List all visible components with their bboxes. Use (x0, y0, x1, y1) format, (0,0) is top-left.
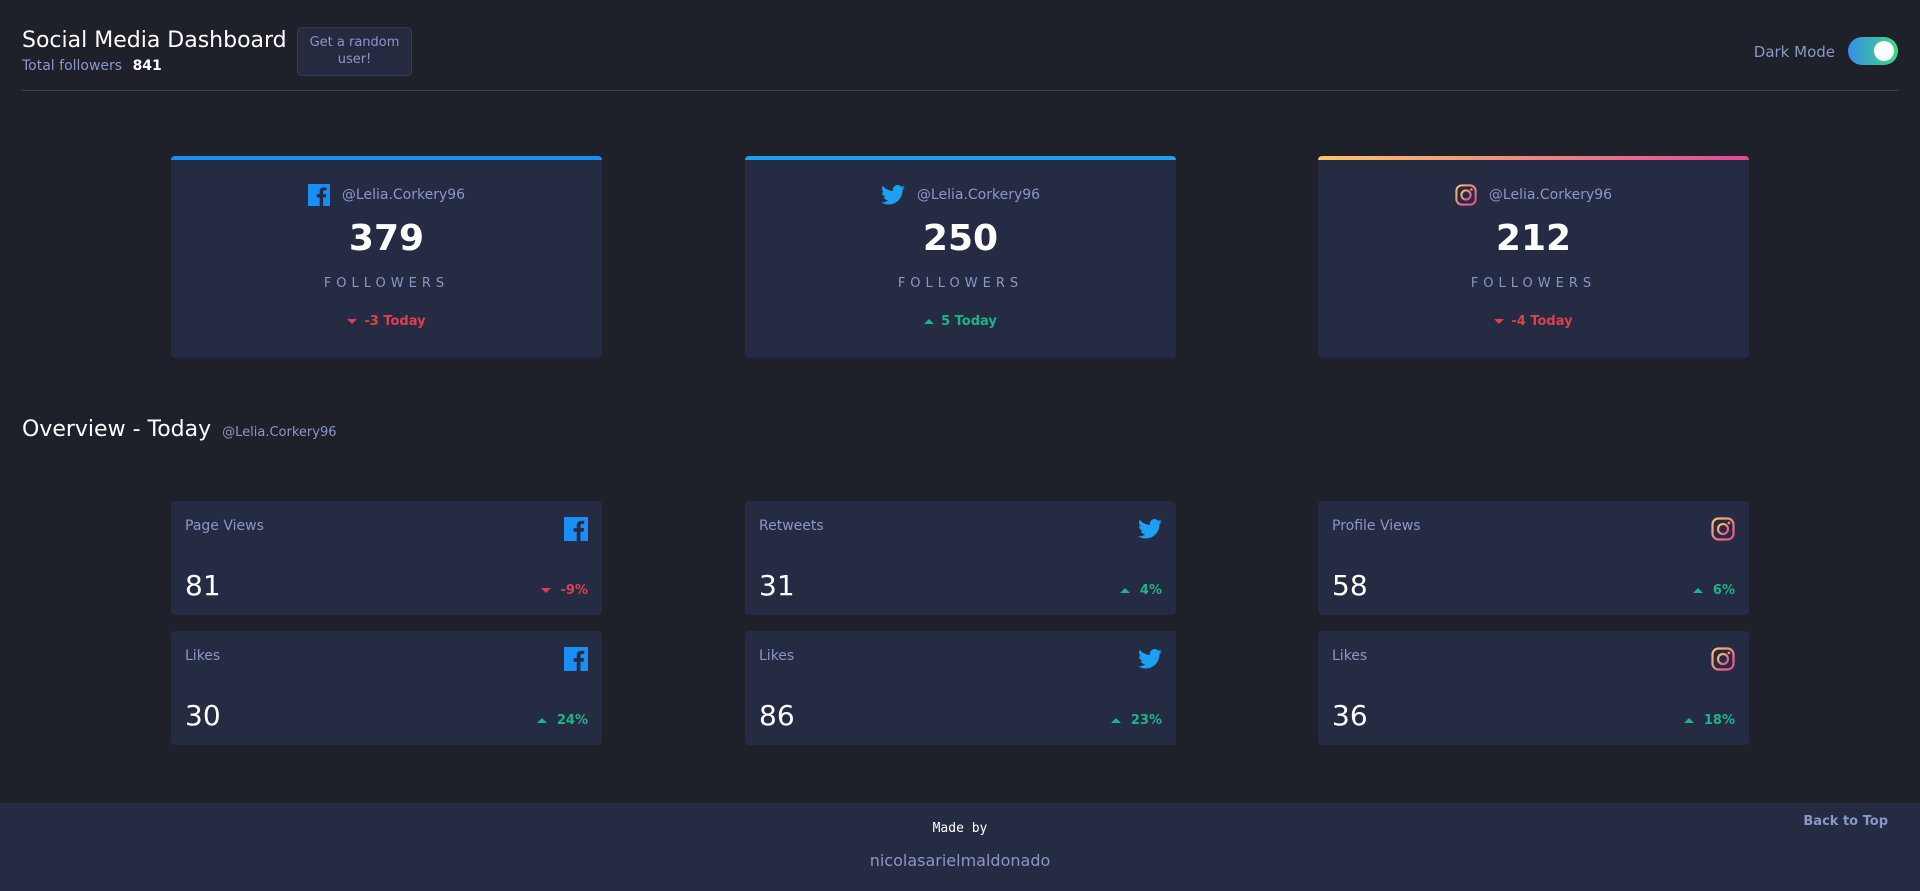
followers-count: 379 (348, 218, 425, 259)
random-user-button[interactable]: Get a random user! (297, 27, 412, 76)
followers-label: FOLLOWERS (323, 276, 450, 291)
total-followers-label: Total followers (22, 58, 123, 74)
overview-card-profile-views[interactable]: Profile Views 58 6% (1318, 501, 1749, 615)
account-handle: @Lelia.Corkery96 (1488, 187, 1613, 203)
stat-change: 6% (1692, 583, 1735, 598)
followers-change: 5 Today (745, 314, 1176, 329)
stat-change: 18% (1683, 713, 1735, 728)
arrow-up-icon (924, 319, 935, 324)
header: Social Media Dashboard Total followers 8… (22, 0, 1898, 91)
stat-label: Likes (185, 648, 221, 664)
followers-change: -4 Today (1318, 314, 1749, 329)
stat-change-text: 4% (1139, 583, 1162, 598)
card-accent-bar (745, 156, 1176, 160)
stat-change-text: 6% (1712, 583, 1735, 598)
total-followers-value: 841 (132, 58, 162, 74)
arrow-down-icon (347, 319, 358, 324)
total-followers: Total followers 841 (22, 58, 162, 74)
arrow-up-icon (1683, 718, 1694, 723)
arrow-up-icon (1692, 588, 1703, 593)
overview-handle: @Lelia.Corkery96 (222, 425, 337, 440)
facebook-icon (564, 517, 588, 541)
instagram-icon (1711, 517, 1735, 541)
footer: Made by nicolasarielmaldonado Back to To… (0, 803, 1920, 891)
overview-card-twitter-likes[interactable]: Likes 86 23% (745, 631, 1176, 745)
stat-label: Page Views (185, 518, 264, 534)
stat-change-text: -9% (560, 583, 588, 598)
followers-count: 250 (922, 218, 999, 259)
followers-change-text: -4 Today (1511, 314, 1573, 329)
stat-change-text: 18% (1703, 713, 1735, 728)
stat-label: Retweets (759, 518, 824, 534)
overview-card-page-views[interactable]: Page Views 81 -9% (171, 501, 602, 615)
card-accent-bar (1318, 156, 1749, 160)
stat-label: Likes (759, 648, 795, 664)
twitter-followers-card[interactable]: @Lelia.Corkery96 250 FOLLOWERS 5 Today (745, 156, 1176, 358)
back-to-top-link[interactable]: Back to Top (1803, 814, 1888, 829)
stat-change-text: 24% (556, 713, 588, 728)
followers-change-text: 5 Today (941, 314, 997, 329)
facebook-icon (307, 184, 330, 206)
overview-card-facebook-likes[interactable]: Likes 30 24% (171, 631, 602, 745)
instagram-followers-card[interactable]: @Lelia.Corkery96 212 FOLLOWERS -4 Today (1318, 156, 1749, 358)
page-title: Social Media Dashboard (22, 28, 287, 53)
stat-label: Likes (1332, 648, 1368, 664)
arrow-up-icon (1110, 718, 1121, 723)
stat-value: 30 (185, 699, 221, 732)
author-link[interactable]: nicolasarielmaldonado (0, 851, 1920, 870)
made-by-label: Made by (932, 821, 988, 836)
stat-value: 58 (1332, 569, 1368, 602)
card-accent-bar (171, 156, 602, 160)
overview-heading: Overview - Today @Lelia.Corkery96 (22, 417, 337, 442)
facebook-icon (564, 647, 588, 671)
arrow-down-icon (540, 588, 551, 593)
followers-change-text: -3 Today (364, 314, 426, 329)
overview-card-retweets[interactable]: Retweets 31 4% (745, 501, 1176, 615)
overview-card-instagram-likes[interactable]: Likes 36 18% (1318, 631, 1749, 745)
facebook-followers-card[interactable]: @Lelia.Corkery96 379 FOLLOWERS -3 Today (171, 156, 602, 358)
dark-mode-toggle[interactable] (1848, 37, 1898, 65)
stat-change: 23% (1110, 713, 1162, 728)
stat-value: 36 (1332, 699, 1368, 732)
stat-change: 24% (536, 713, 588, 728)
account-handle: @Lelia.Corkery96 (341, 187, 466, 203)
followers-change: -3 Today (171, 314, 602, 329)
arrow-up-icon (1119, 588, 1130, 593)
instagram-icon (1711, 647, 1735, 671)
stat-value: 81 (185, 569, 221, 602)
arrow-up-icon (536, 718, 547, 723)
instagram-icon (1455, 184, 1477, 206)
stat-change: -9% (540, 583, 588, 598)
account-handle: @Lelia.Corkery96 (916, 187, 1041, 203)
stat-value: 31 (759, 569, 795, 602)
twitter-icon (1138, 519, 1162, 539)
followers-label: FOLLOWERS (897, 276, 1024, 291)
stat-change: 4% (1119, 583, 1162, 598)
twitter-icon (1138, 649, 1162, 669)
dark-mode-label: Dark Mode (1753, 43, 1835, 61)
stat-value: 86 (759, 699, 795, 732)
stat-change-text: 23% (1130, 713, 1162, 728)
followers-count: 212 (1495, 218, 1572, 259)
followers-label: FOLLOWERS (1470, 276, 1597, 291)
overview-title: Overview - Today (22, 417, 212, 442)
twitter-icon (880, 185, 905, 205)
arrow-down-icon (1494, 319, 1505, 324)
toggle-knob (1874, 41, 1894, 61)
stat-label: Profile Views (1332, 518, 1421, 534)
